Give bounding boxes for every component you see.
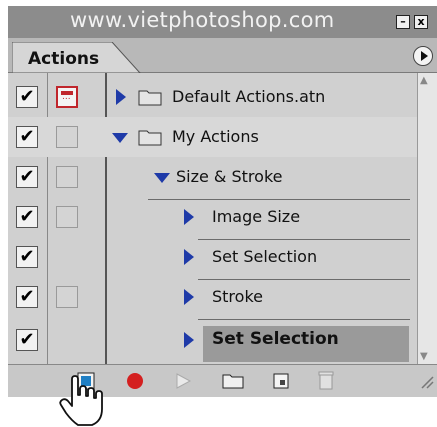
watermark-text: www.vietphotoshop.com [70,8,335,32]
dialog-toggle-icon[interactable] [56,86,78,108]
expand-triangle-icon[interactable] [184,249,194,265]
toggle-checkbox[interactable]: ✔ [16,329,38,351]
toggle-checkbox[interactable]: ✔ [16,286,38,308]
list-item-label: Image Size [212,207,301,226]
collapse-triangle-icon[interactable] [154,173,170,183]
minimize-button[interactable]: – [396,15,410,29]
scroll-down-icon[interactable]: ▼ [420,351,428,362]
list-item-label: Default Actions.atn [172,87,326,106]
list-item[interactable]: ✔ Default Actions.atn [8,77,417,117]
list-item-label: Stroke [212,287,263,306]
list-item[interactable]: ✔ My Actions [8,117,417,157]
new-set-icon[interactable] [222,373,244,389]
tab-actions[interactable]: Actions [12,42,142,73]
list-item[interactable]: ✔ Stroke [8,277,417,317]
resize-grip-icon[interactable] [418,373,434,389]
expand-triangle-icon[interactable] [116,89,126,105]
expand-triangle-icon[interactable] [184,289,194,305]
list-item-label: Set Selection [212,329,339,349]
dialog-toggle-icon[interactable] [56,206,78,228]
expand-triangle-icon[interactable] [184,209,194,225]
delete-icon[interactable] [318,370,334,390]
actions-panel: www.vietphotoshop.com – x Actions ✔ Defa… [8,6,437,397]
toggle-checkbox[interactable]: ✔ [16,126,38,148]
list-item[interactable]: ✔ Size & Stroke [8,157,417,197]
folder-icon [138,90,162,106]
list-item-label: Set Selection [212,247,318,266]
hand-cursor-icon [59,375,103,426]
dialog-toggle-icon[interactable] [56,286,78,308]
toggle-checkbox[interactable]: ✔ [16,86,38,108]
list-item-label: Size & Stroke [176,167,283,186]
folder-icon [138,130,162,146]
play-icon[interactable] [174,372,192,390]
list-item[interactable]: ✔ Set Selection [8,320,417,360]
new-action-icon[interactable] [272,372,290,390]
scroll-up-icon[interactable]: ▲ [420,75,428,86]
close-button[interactable]: x [414,15,428,29]
record-icon[interactable] [126,372,144,390]
list-item-label: My Actions [172,127,259,146]
tab-row: Actions [8,38,437,73]
toggle-checkbox[interactable]: ✔ [16,246,38,268]
toggle-checkbox[interactable]: ✔ [16,166,38,188]
tab-label: Actions [28,49,100,69]
collapse-triangle-icon[interactable] [112,133,128,143]
dialog-toggle-icon[interactable] [56,166,78,188]
dialog-toggle-icon[interactable] [56,126,78,148]
panel-titlebar: www.vietphotoshop.com – x [8,6,437,38]
list-item[interactable]: ✔ Set Selection [8,237,417,277]
scrollbar[interactable]: ▲ ▼ [417,73,437,364]
toggle-checkbox[interactable]: ✔ [16,206,38,228]
list-item[interactable]: ✔ Image Size [8,197,417,237]
expand-triangle-icon[interactable] [184,332,194,348]
panel-menu-button[interactable] [413,46,433,66]
